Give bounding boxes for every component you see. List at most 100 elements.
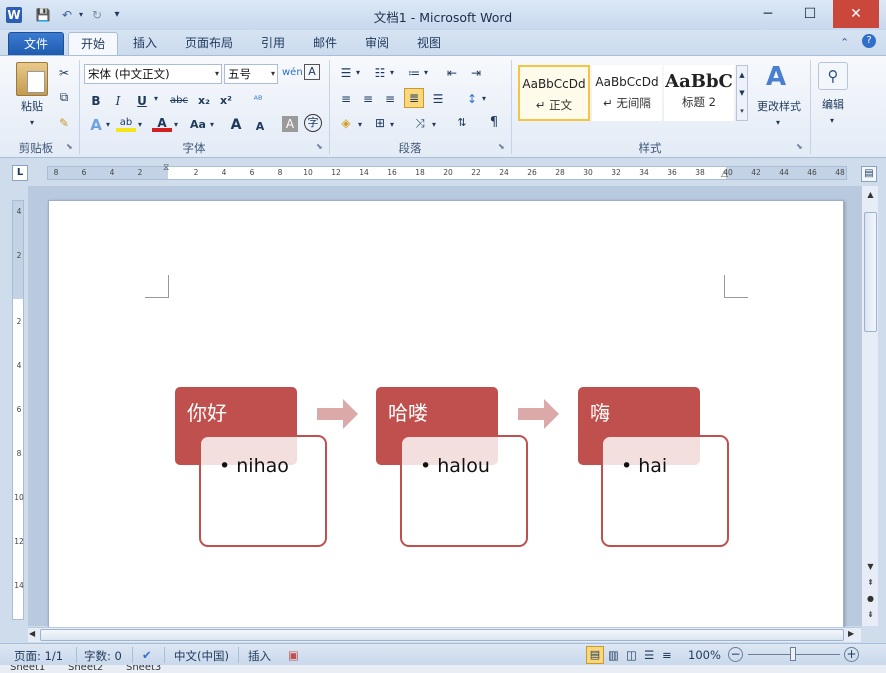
tab-file[interactable]: 文件 — [8, 32, 64, 56]
style-heading-2[interactable]: AaBbC 标题 2 — [664, 65, 734, 121]
smartart-step-2-body[interactable]: • halou — [400, 435, 528, 547]
bullets-icon[interactable]: ☰ — [336, 64, 356, 82]
word-count[interactable]: 字数: 0 — [84, 648, 122, 664]
sort-icon[interactable]: ⇅ — [452, 114, 472, 132]
subscript-button[interactable]: x₂ — [194, 92, 214, 110]
shrink-font-button[interactable]: A — [250, 118, 270, 136]
clipboard-launcher-icon[interactable]: ⬊ — [66, 142, 76, 152]
character-shading-button[interactable]: A — [282, 116, 298, 132]
scroll-up-icon[interactable]: ▲ — [863, 188, 878, 202]
sheet-tab-3[interactable]: Sheet3 — [126, 665, 161, 673]
numbering-dropdown-icon[interactable]: ▾ — [390, 68, 394, 77]
line-spacing-dropdown-icon[interactable]: ▾ — [482, 94, 486, 103]
view-ruler-icon[interactable]: ▤ — [861, 166, 877, 182]
align-center-icon[interactable]: ≡ — [358, 90, 378, 108]
grow-font-button[interactable]: A — [226, 116, 246, 134]
bullets-dropdown-icon[interactable]: ▾ — [356, 68, 360, 77]
font-launcher-icon[interactable]: ⬊ — [316, 142, 326, 152]
zoom-out-icon[interactable]: − — [728, 647, 743, 662]
change-styles-dropdown-icon[interactable]: ▾ — [772, 114, 784, 132]
decrease-indent-icon[interactable]: ⇤ — [442, 64, 462, 82]
format-painter-icon[interactable]: ✎ — [54, 114, 74, 132]
styles-launcher-icon[interactable]: ⬊ — [796, 142, 806, 152]
show-marks-icon[interactable]: ¶ — [484, 114, 504, 132]
justify-icon[interactable]: ≣ — [404, 88, 424, 108]
minimize-ribbon-icon[interactable]: ⌃ — [840, 36, 849, 49]
change-case-button[interactable]: Aa — [186, 116, 210, 134]
paste-icon[interactable] — [16, 62, 48, 96]
right-indent-marker-icon[interactable]: △ — [721, 169, 728, 179]
highlight-dropdown-icon[interactable]: ▾ — [138, 120, 142, 129]
bold-button[interactable]: B — [86, 92, 106, 110]
page-count[interactable]: 页面: 1/1 — [14, 648, 63, 664]
sheet-tab-1[interactable]: Sheet1 — [10, 665, 45, 673]
highlight-button[interactable]: ab — [116, 114, 136, 132]
tab-selector[interactable]: L — [12, 165, 28, 181]
zoom-slider-thumb[interactable] — [790, 647, 796, 661]
align-right-icon[interactable]: ≡ — [380, 90, 400, 108]
tab-references[interactable]: 引用 — [252, 32, 294, 56]
language-indicator[interactable]: 中文(中国) — [174, 648, 229, 664]
phonetic-guide-icon[interactable]: wén — [282, 64, 303, 82]
zoom-in-icon[interactable]: + — [844, 647, 859, 662]
binoculars-icon[interactable]: ⚲ — [818, 62, 848, 90]
tab-mailings[interactable]: 邮件 — [304, 32, 346, 56]
paste-dropdown-icon[interactable]: ▾ — [26, 114, 38, 132]
horizontal-scrollbar[interactable]: ◀ ▶ — [28, 627, 861, 642]
zoom-level[interactable]: 100% — [688, 648, 721, 662]
vertical-scrollbar[interactable]: ▲ ▼ ⇞ ● ⇟ — [861, 186, 878, 626]
text-effects-icon[interactable]: A — [86, 116, 106, 134]
tab-insert[interactable]: 插入 — [124, 32, 166, 56]
help-icon[interactable]: ? — [862, 34, 876, 48]
text-effects-dropdown-icon[interactable]: ▾ — [106, 120, 110, 129]
copy-icon[interactable]: ⧉ — [54, 88, 74, 106]
borders-icon[interactable]: ⊞ — [370, 114, 390, 132]
borders-dropdown-icon[interactable]: ▾ — [390, 120, 394, 129]
previous-page-icon[interactable]: ⇞ — [863, 576, 878, 590]
strikethrough-button[interactable]: abc — [166, 92, 192, 110]
line-spacing-icon[interactable]: ↕ — [462, 90, 482, 108]
paragraph-launcher-icon[interactable]: ⬊ — [498, 142, 508, 152]
sheet-tab-2[interactable]: Sheet2 — [68, 665, 103, 673]
print-layout-icon[interactable]: ▤ — [586, 646, 604, 664]
outline-icon[interactable]: ☰ — [644, 648, 654, 662]
change-styles-icon[interactable]: A — [760, 62, 792, 92]
font-color-dropdown-icon[interactable]: ▾ — [174, 120, 178, 129]
document-page[interactable]: 你好 • nihao 哈喽 • halou 嗨 • hai — [48, 200, 844, 630]
next-page-icon[interactable]: ⇟ — [863, 608, 878, 622]
multilevel-dropdown-icon[interactable]: ▾ — [424, 68, 428, 77]
cut-icon[interactable]: ✂ — [54, 64, 74, 82]
change-case-dropdown-icon[interactable]: ▾ — [210, 120, 214, 129]
underline-dropdown-icon[interactable]: ▾ — [154, 94, 158, 103]
clear-formatting-icon[interactable]: ᴬᴮ — [248, 92, 268, 110]
font-color-button[interactable]: A — [152, 114, 172, 132]
style-normal[interactable]: AaBbCcDd ↵ 正文 — [518, 65, 590, 121]
increase-indent-icon[interactable]: ⇥ — [466, 64, 486, 82]
character-border-icon[interactable]: A — [304, 64, 320, 80]
multilevel-list-icon[interactable]: ≔ — [404, 64, 424, 82]
font-name-combo[interactable]: 宋体 (中文正文) ▾ — [84, 64, 222, 84]
full-screen-reading-icon[interactable]: ▥ — [608, 648, 619, 662]
vertical-ruler[interactable]: 4 2 2 4 6 8 10 12 14 — [12, 200, 24, 620]
tab-home[interactable]: 开始 — [68, 32, 118, 56]
indent-marker-icon[interactable]: ⧖ — [163, 163, 169, 173]
align-left-icon[interactable]: ≡ — [336, 90, 356, 108]
vertical-scroll-thumb[interactable] — [864, 212, 877, 332]
draft-icon[interactable]: ≡ — [662, 648, 672, 662]
numbering-icon[interactable]: ☷ — [370, 64, 390, 82]
tab-view[interactable]: 视图 — [408, 32, 450, 56]
enclose-characters-button[interactable]: 字 — [304, 114, 322, 132]
smartart-step-1-body[interactable]: • nihao — [199, 435, 327, 547]
font-size-combo[interactable]: 五号 ▾ — [224, 64, 278, 84]
scroll-down-icon[interactable]: ▼ — [863, 560, 878, 574]
italic-button[interactable]: I — [108, 92, 128, 110]
maximize-button[interactable]: ☐ — [790, 0, 830, 28]
tab-page-layout[interactable]: 页面布局 — [176, 32, 242, 56]
smartart-step-3-body[interactable]: • hai — [601, 435, 729, 547]
style-no-spacing[interactable]: AaBbCcDd ↵ 无间隔 — [592, 65, 662, 121]
close-button[interactable]: ✕ — [833, 0, 879, 28]
styles-scroll[interactable]: ▲ ▼ ▾ — [736, 65, 748, 121]
shading-icon[interactable]: ◈ — [336, 114, 356, 132]
superscript-button[interactable]: x² — [216, 92, 236, 110]
chinese-layout-dropdown-icon[interactable]: ▾ — [432, 120, 436, 129]
